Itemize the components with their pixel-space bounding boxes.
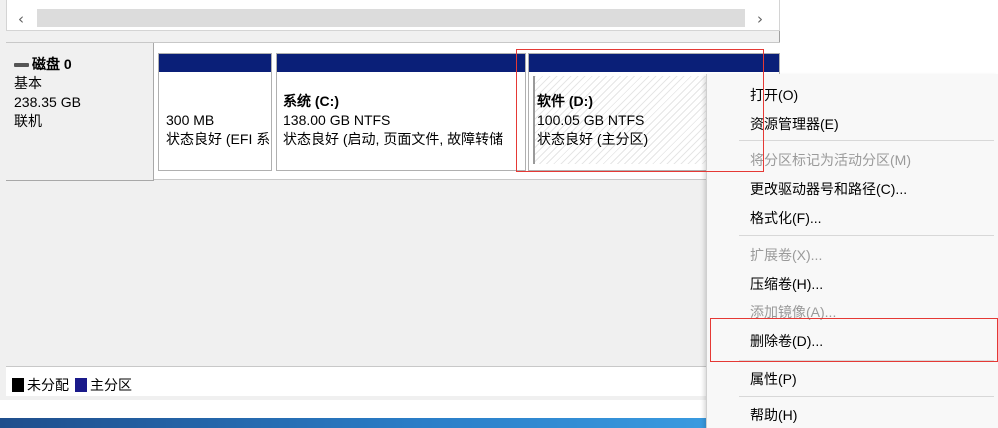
- partition-size: 300 MB: [166, 112, 215, 128]
- menu-item-delete-volume[interactable]: 删除卷(D)...: [750, 330, 823, 352]
- unallocated-swatch: [12, 377, 24, 392]
- menu-item-shrink-volume[interactable]: 压缩卷(H)...: [750, 273, 823, 295]
- legend-unallocated: 未分配: [27, 376, 69, 393]
- primary-swatch: [75, 377, 87, 392]
- menu-item-explorer[interactable]: 资源管理器(E): [750, 113, 839, 135]
- disk-name: 磁盘 0: [32, 56, 72, 72]
- horizontal-scrollbar[interactable]: ‹ ›: [6, 0, 780, 31]
- partition-bar: [529, 54, 779, 72]
- partition-status: 状态良好 (启动, 页面文件, 故障转储: [283, 131, 504, 147]
- legend-primary: 主分区: [90, 376, 132, 393]
- disk-management-panel: ‹ › 磁盘 0 基本 238.35 GB 联机 300 MB 状态良好 (EF…: [0, 0, 780, 400]
- menu-separator: [739, 360, 994, 361]
- partition-name: 系统 (C:): [283, 93, 339, 109]
- scroll-left-icon[interactable]: ‹: [10, 8, 32, 30]
- partition-bar: [159, 54, 271, 72]
- menu-item-extend-volume[interactable]: 扩展卷(X)...: [750, 244, 822, 266]
- context-menu: 打开(O) 资源管理器(E) 将分区标记为活动分区(M) 更改驱动器号和路径(C…: [706, 74, 998, 428]
- taskbar-strip: [0, 418, 710, 428]
- menu-item-format[interactable]: 格式化(F)...: [750, 207, 822, 229]
- partition-bar: [277, 54, 525, 72]
- menu-item-add-mirror[interactable]: 添加镜像(A)...: [750, 301, 836, 323]
- partition-efi[interactable]: 300 MB 状态良好 (EFI 系: [158, 53, 272, 171]
- disk-type: 基本: [14, 75, 42, 91]
- disk-size: 238.35 GB: [14, 94, 81, 110]
- disk-info[interactable]: 磁盘 0 基本 238.35 GB 联机: [6, 43, 154, 181]
- menu-item-mark-active[interactable]: 将分区标记为活动分区(M): [750, 149, 911, 171]
- partition-size: 138.00 GB NTFS: [283, 112, 391, 128]
- menu-item-open[interactable]: 打开(O): [750, 84, 798, 106]
- disk-icon: [14, 62, 29, 67]
- menu-item-change-drive-letter[interactable]: 更改驱动器号和路径(C)...: [750, 178, 907, 200]
- menu-separator: [739, 140, 994, 141]
- partition-c[interactable]: 系统 (C:) 138.00 GB NTFS 状态良好 (启动, 页面文件, 故…: [276, 53, 526, 171]
- disk-row: 磁盘 0 基本 238.35 GB 联机 300 MB 状态良好 (EFI 系 …: [6, 42, 780, 181]
- menu-item-help[interactable]: 帮助(H): [750, 404, 797, 426]
- menu-separator: [739, 235, 994, 236]
- disk-status: 联机: [14, 113, 42, 129]
- menu-separator: [739, 396, 994, 397]
- partition-status: 状态良好 (EFI 系: [166, 131, 269, 147]
- legend: 未分配 主分区: [6, 366, 780, 396]
- menu-item-properties[interactable]: 属性(P): [750, 368, 797, 390]
- scroll-right-icon[interactable]: ›: [749, 8, 771, 30]
- scrollbar-thumb[interactable]: [37, 9, 745, 27]
